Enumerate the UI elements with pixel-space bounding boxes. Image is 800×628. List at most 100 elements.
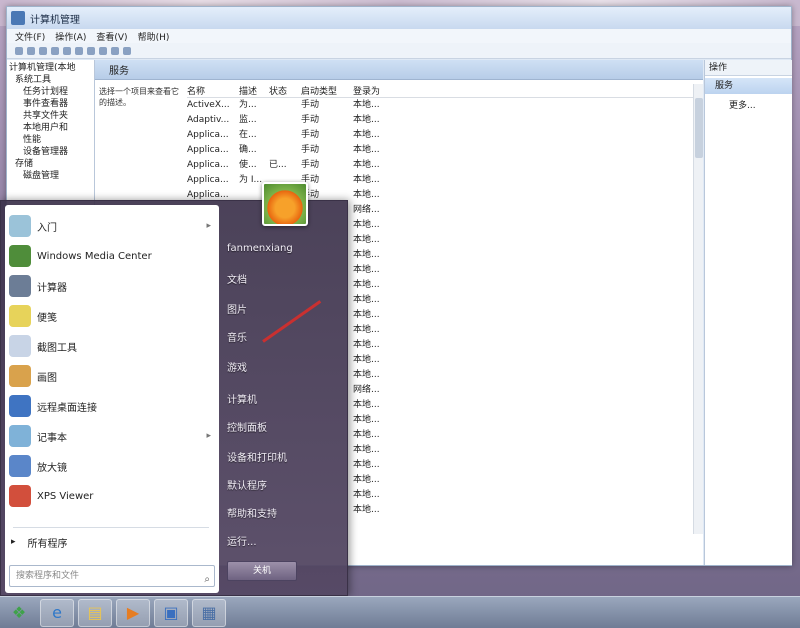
start-place-item[interactable]: 音乐 <box>227 329 337 349</box>
start-program-item[interactable]: 画图 <box>5 361 219 391</box>
stop-icon[interactable] <box>123 46 131 55</box>
service-description-cell: 使... <box>239 160 257 170</box>
service-name: Applica... <box>187 130 229 140</box>
start-place-item[interactable]: 文档 <box>227 271 337 291</box>
column-log-on-as[interactable]: 登录为 <box>353 84 403 97</box>
start-place-item[interactable]: 帮助和支持 <box>227 505 337 525</box>
start-program-item[interactable]: 计算器 <box>5 271 219 301</box>
service-log-on-as: 本地... <box>353 220 380 230</box>
service-log-on-as: 本地... <box>353 100 380 110</box>
tree-item[interactable]: 存储 <box>9 158 92 170</box>
tree-item[interactable]: 系统工具 <box>9 74 92 86</box>
service-log-on-as: 本地... <box>353 490 380 500</box>
actions-header: 操作 <box>705 60 792 76</box>
media-player-icon[interactable]: ▶ <box>116 598 150 627</box>
actions-more[interactable]: 更多... <box>729 98 756 111</box>
tree-item[interactable]: 本地用户和 <box>9 122 92 134</box>
xps-viewer-icon <box>9 485 31 507</box>
tree-item[interactable]: 任务计划程 <box>9 86 92 98</box>
service-log-on-as: 网络... <box>353 205 380 215</box>
start-place-item[interactable]: fanmenxiang <box>227 239 337 259</box>
services-scrollbar[interactable] <box>693 84 703 534</box>
start-place-item[interactable]: 计算机 <box>227 391 337 411</box>
play-icon[interactable] <box>111 46 119 55</box>
service-row[interactable]: Applica... 在... 手动 本地... <box>187 128 697 143</box>
service-log-on-as: 本地... <box>353 130 380 140</box>
all-programs[interactable]: ▸ 所有程序 <box>5 531 219 553</box>
up-icon[interactable] <box>39 46 47 55</box>
start-program-item[interactable]: 放大镜 <box>5 451 219 481</box>
service-log-on-as: 本地... <box>353 190 380 200</box>
service-row[interactable]: Applica... 使... 已... 手动 本地... <box>187 158 697 173</box>
tree-item[interactable]: 设备管理器 <box>9 146 92 158</box>
explorer-folder-icon[interactable]: ▤ <box>78 598 112 627</box>
tree-item[interactable]: 计算机管理(本地 <box>9 62 92 74</box>
start-place-item[interactable]: 运行... <box>227 533 337 553</box>
start-search-input[interactable]: 搜索程序和文件 ⌕ <box>9 565 215 587</box>
refresh-icon[interactable] <box>63 46 71 55</box>
tree-item[interactable]: 事件查看器 <box>9 98 92 110</box>
service-log-on-as: 本地... <box>353 250 380 260</box>
tree-item[interactable]: 性能 <box>9 134 92 146</box>
column-status[interactable]: 状态 <box>269 84 301 97</box>
remote-desktop-task-icon[interactable]: ▣ <box>154 598 188 627</box>
start-program-label: 画图 <box>37 372 57 384</box>
start-program-item[interactable]: 入门 ▸ <box>5 211 219 241</box>
tree-item[interactable]: 磁盘管理 <box>9 170 92 182</box>
service-status: 已... <box>269 160 287 170</box>
paint-icon <box>9 365 31 387</box>
help-icon[interactable] <box>87 46 95 55</box>
properties-icon[interactable] <box>99 46 107 55</box>
service-row[interactable]: Applica... 确... 手动 本地... <box>187 143 697 158</box>
start-place-item[interactable]: 图片 <box>227 301 337 321</box>
internet-explorer-icon[interactable]: e <box>40 598 74 627</box>
service-name: Applica... <box>187 175 229 185</box>
start-place-item[interactable]: 设备和打印机 <box>227 449 337 469</box>
toolbar <box>7 43 791 59</box>
notepad-icon <box>9 425 31 447</box>
start-orb-icon[interactable]: ❖ <box>2 599 36 627</box>
magnifier-icon <box>9 455 31 477</box>
start-place-item[interactable]: 默认程序 <box>227 477 337 497</box>
service-status <box>269 98 301 113</box>
column-name[interactable]: 名称 <box>187 84 239 97</box>
start-program-item[interactable]: 便笺 <box>5 301 219 331</box>
service-startup-type: 手动 <box>301 130 320 140</box>
services-column-header: 名称 描述 状态 启动类型 登录为 <box>187 84 697 98</box>
start-program-item[interactable]: 记事本 ▸ <box>5 421 219 451</box>
menu-action[interactable]: 操作(A) <box>55 30 86 43</box>
back-icon[interactable] <box>15 46 23 55</box>
forward-icon[interactable] <box>27 46 35 55</box>
service-row[interactable]: Adaptiv... 监... 手动 本地... <box>187 113 697 128</box>
actions-services-item[interactable]: 服务 <box>705 78 792 94</box>
service-startup-type: 手动 <box>301 145 320 155</box>
shutdown-button[interactable]: 关机 <box>227 561 297 581</box>
service-log-on-as: 本地... <box>353 310 380 320</box>
start-program-item[interactable]: 截图工具 <box>5 331 219 361</box>
show-tree-icon[interactable] <box>51 46 59 55</box>
tree-item[interactable]: 共享文件夹 <box>9 110 92 122</box>
start-program-label: 入门 <box>37 222 57 234</box>
column-description[interactable]: 描述 <box>239 84 269 97</box>
menu-file[interactable]: 文件(F) <box>15 30 45 43</box>
menu-view[interactable]: 查看(V) <box>96 30 127 43</box>
start-place-item[interactable]: 控制面板 <box>227 419 337 439</box>
menu-help[interactable]: 帮助(H) <box>138 30 170 43</box>
start-program-item[interactable]: XPS Viewer <box>5 481 219 511</box>
calculator-icon <box>9 275 31 297</box>
service-row[interactable]: ActiveX... 为... 手动 本地... <box>187 98 697 113</box>
service-description-cell: 确... <box>239 145 257 155</box>
export-icon[interactable] <box>75 46 83 55</box>
computer-management-task-icon[interactable]: ▦ <box>192 598 226 627</box>
computer-management-icon <box>11 11 25 25</box>
service-status <box>269 128 301 143</box>
scrollbar-thumb[interactable] <box>695 98 703 158</box>
window-titlebar[interactable]: 计算机管理 <box>7 7 791 29</box>
user-picture[interactable] <box>262 182 308 226</box>
start-program-item[interactable]: 远程桌面连接 <box>5 391 219 421</box>
start-program-item[interactable]: Windows Media Center <box>5 241 219 271</box>
start-place-item[interactable]: 游戏 <box>227 359 337 379</box>
column-startup-type[interactable]: 启动类型 <box>301 84 353 97</box>
start-program-label: 远程桌面连接 <box>37 402 97 414</box>
service-startup-type: 手动 <box>301 115 320 125</box>
